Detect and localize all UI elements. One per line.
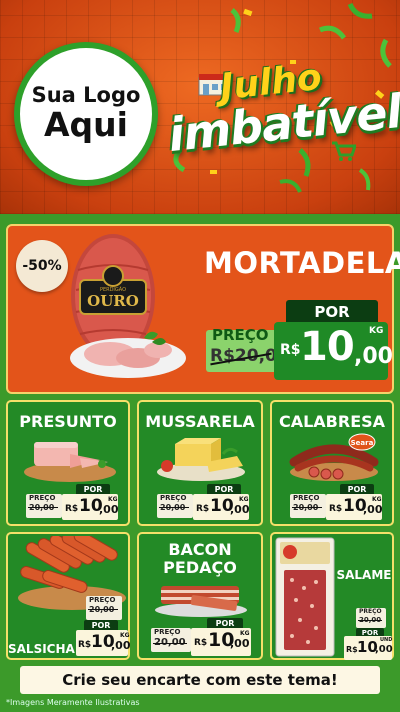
salame-package-image	[275, 537, 335, 657]
price-integer: 10	[300, 324, 355, 370]
product-name-line2: PEDAÇO	[163, 558, 237, 577]
mussarela-image	[157, 438, 245, 481]
strike-line	[292, 507, 322, 508]
old-price-label: PREÇO	[359, 608, 382, 615]
price-unit: KG	[369, 326, 384, 336]
strike-line	[159, 507, 189, 508]
price-unit: UND	[380, 637, 393, 643]
old-price-label: PREÇO	[29, 494, 56, 502]
product-name: MUSSARELA	[145, 412, 255, 431]
logo-placeholder: Sua Logo Aqui	[14, 42, 158, 186]
price-unit: KG	[120, 632, 130, 639]
featured-product-card[interactable]: PERDIGÃO OURO -50% MORTADELA PREÇO R$20,…	[6, 224, 400, 394]
price-decimal: ,00	[99, 503, 119, 516]
product-card-presunto[interactable]: PRESUNTO PREÇO 20,00 POR R$ 10 ,00 KG	[6, 400, 130, 526]
product-name: SALAME	[336, 568, 392, 582]
seara-logo-text: Seara	[351, 439, 374, 447]
price-unit: KG	[239, 496, 249, 503]
old-price-label: PREÇO	[154, 628, 181, 636]
price-unit: KG	[372, 496, 382, 503]
price-unit: KG	[240, 630, 250, 637]
price-decimal: ,00	[111, 639, 131, 652]
disclaimer-text: *Imagens Meramente Ilustrativas	[6, 698, 140, 707]
product-name: SALSICHA	[8, 642, 75, 656]
currency-symbol: R$	[65, 504, 79, 514]
bacon-image	[155, 586, 247, 617]
discount-badge: -50%	[16, 240, 68, 292]
logo-text-line1: Sua Logo	[31, 83, 141, 108]
strike-line	[28, 507, 58, 508]
price-decimal: ,00	[230, 637, 250, 650]
presunto-image	[24, 442, 116, 482]
header-banner: Sua Logo Aqui Julho imbatível	[0, 0, 400, 214]
new-price-label: POR	[286, 300, 378, 324]
cta-banner[interactable]: Crie seu encarte com este tema!	[20, 666, 380, 694]
currency-symbol: R$	[194, 638, 208, 648]
product-card-calabresa[interactable]: CALABRESA Seara PREÇO 20,00 POR R$ 10 ,0…	[270, 400, 394, 526]
product-card-salame[interactable]: SALAME PREÇO 20,00 POR R$ 10 ,00 UND	[270, 532, 394, 660]
strike-line	[153, 643, 187, 644]
currency-symbol: R$	[78, 640, 92, 650]
product-card-mussarela[interactable]: MUSSARELA PREÇO 20,00 POR R$ 10 ,00 KG	[137, 400, 263, 526]
price-decimal: ,00	[354, 344, 393, 369]
featured-product-name: MORTADELA	[204, 246, 400, 280]
product-name: CALABRESA	[278, 412, 386, 431]
currency-symbol: R$	[329, 504, 343, 514]
price-unit: KG	[108, 496, 118, 503]
product-card-bacon[interactable]: BACON PEDAÇO PREÇO 20,00 POR R$ 10 ,00 K…	[137, 532, 263, 660]
product-card-salsicha[interactable]: SALSICHA PREÇO 20,00 POR R$ 10 ,00 KG	[6, 532, 131, 660]
new-price-box: POR R$ 10 ,00 KG	[274, 300, 393, 384]
new-price-value-box: R$ 10 ,00 KG	[274, 322, 393, 380]
price-decimal: ,00	[375, 644, 393, 655]
old-price-label: PREÇO	[89, 596, 116, 604]
currency-symbol: R$	[196, 504, 210, 514]
price-decimal: ,00	[363, 503, 383, 516]
old-price-label: PREÇO	[212, 326, 269, 344]
price-decimal: ,00	[230, 503, 250, 516]
logo-text-line2: Aqui	[44, 105, 128, 145]
old-price-box: PREÇO R$20,00	[206, 326, 289, 372]
promo-title: Julho imbatível	[166, 57, 400, 172]
old-price-label: PREÇO	[293, 494, 320, 502]
strike-line	[358, 620, 382, 621]
currency-symbol: R$	[346, 645, 358, 654]
old-price-label: PREÇO	[160, 494, 187, 502]
shopping-cart-icon	[332, 141, 356, 161]
brand-big-text: OURO	[87, 292, 139, 310]
product-name-line1: BACON	[168, 540, 232, 559]
calabresa-image: Seara	[289, 433, 379, 481]
strike-line	[88, 609, 118, 610]
currency-symbol: R$	[280, 342, 301, 358]
mortadela-image: PERDIGÃO OURO	[70, 234, 186, 378]
product-name: PRESUNTO	[19, 412, 117, 431]
